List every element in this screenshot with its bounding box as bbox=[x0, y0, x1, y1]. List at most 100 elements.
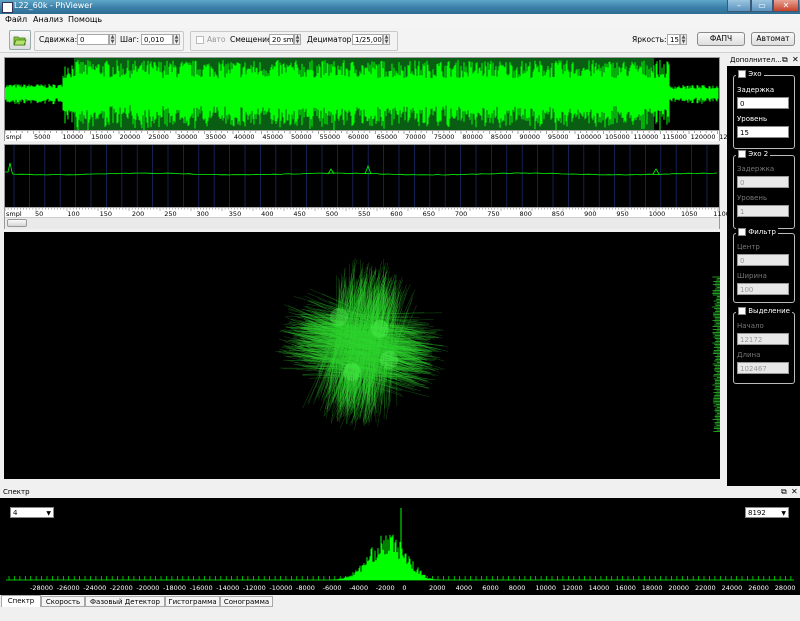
spectrum-tick-label: -2000 bbox=[375, 584, 395, 592]
brightness-label: Яркость: bbox=[632, 35, 667, 44]
spectrum-tick-label: 4000 bbox=[455, 584, 473, 592]
echo-level-input[interactable]: 15 bbox=[737, 126, 789, 138]
echo2-checkbox[interactable] bbox=[738, 150, 746, 158]
filter-center-input[interactable]: 0 bbox=[737, 254, 789, 266]
menu-file[interactable]: Файл bbox=[5, 15, 27, 24]
waveform-tick-label: 20000 bbox=[119, 133, 141, 141]
echo-level-label: Уровень bbox=[737, 115, 768, 123]
echo-label: Эхо bbox=[748, 70, 762, 78]
brightness-input[interactable]: 15 bbox=[667, 34, 680, 45]
phase-plot[interactable] bbox=[4, 232, 720, 479]
zoom-scrollbar[interactable] bbox=[5, 217, 719, 229]
spectrum-header: Спектр ⧉ ✕ bbox=[0, 487, 800, 498]
echo2-level-input[interactable]: 1 bbox=[737, 205, 789, 217]
echo2-delay-input[interactable]: 0 bbox=[737, 176, 789, 188]
spectrum-tick-label: -12000 bbox=[242, 584, 266, 592]
chevron-down-icon: ▼ bbox=[781, 510, 786, 517]
side-panel-title: Дополнител... bbox=[730, 56, 782, 64]
spectrum-plot[interactable] bbox=[0, 498, 800, 595]
spectrum-tick-label: -24000 bbox=[83, 584, 107, 592]
tab-phase-detector[interactable]: Фазовый Детектор bbox=[85, 596, 165, 607]
waveform-tick-label: 25000 bbox=[148, 133, 169, 141]
echo-checkbox[interactable]: ✓ bbox=[738, 70, 746, 78]
selection-start-input[interactable]: 12172 bbox=[737, 333, 789, 345]
offset-input[interactable]: 20 smpl bbox=[269, 34, 294, 45]
waveform-tick-label: 40000 bbox=[233, 133, 255, 141]
spectrum-tick-label: 6000 bbox=[482, 584, 499, 592]
shift-label: Сдвижка: bbox=[39, 35, 78, 44]
decimator-spinner[interactable]: ▲ ▼ bbox=[383, 34, 390, 45]
phase-cluster-2 bbox=[371, 320, 389, 338]
step-spinner[interactable]: ▲ ▼ bbox=[173, 34, 180, 45]
spectrum-tick-label: 2000 bbox=[429, 584, 446, 592]
phase-cluster-4 bbox=[380, 351, 398, 369]
zoom-plot[interactable] bbox=[5, 145, 719, 207]
selection-label: Выделение bbox=[748, 307, 790, 315]
waveform-tick-label: 15000 bbox=[91, 133, 112, 141]
fapch-button[interactable]: ФАПЧ bbox=[697, 32, 745, 46]
brightness-spinner[interactable]: ▲ ▼ bbox=[680, 34, 687, 45]
spectrum-tick-label: -14000 bbox=[216, 584, 240, 592]
filter-checkbox[interactable] bbox=[738, 228, 746, 236]
float-icon[interactable]: ⧉ bbox=[782, 55, 788, 65]
close-button[interactable]: ✕ bbox=[773, 0, 799, 12]
waveform-tick-label: 85000 bbox=[490, 133, 512, 141]
tab-speed[interactable]: Скорость bbox=[41, 596, 85, 607]
phase-histogram-bar bbox=[712, 276, 720, 432]
selection-length-input[interactable]: 102467 bbox=[737, 362, 789, 374]
offset-label: Смещение: bbox=[230, 35, 275, 44]
shift-spinner[interactable]: ▲ ▼ bbox=[109, 34, 116, 45]
fft-size-value: 8192 bbox=[748, 509, 766, 517]
shift-input[interactable]: 0 bbox=[77, 34, 109, 45]
waveform-unit: smpl bbox=[6, 133, 22, 141]
side-panel: ✓ Эхо Задержка 0 Уровень 15 Эхо 2 Задерж… bbox=[727, 66, 800, 486]
window-title: L22_60k - PhViewer bbox=[14, 1, 93, 10]
waveform-plot[interactable] bbox=[5, 58, 719, 130]
averaging-select[interactable]: 4 ▼ bbox=[10, 507, 54, 518]
waveform-tick-label: 50000 bbox=[290, 133, 312, 141]
maximize-button[interactable]: ▭ bbox=[751, 0, 773, 12]
open-folder-icon bbox=[13, 36, 27, 46]
auto-label: Авто bbox=[207, 35, 226, 44]
spectrum-tick-label: 0 bbox=[402, 584, 407, 592]
step-input[interactable]: 0,010 bbox=[141, 34, 173, 45]
selection-start-label: Начало bbox=[737, 322, 764, 330]
fft-size-select[interactable]: 8192 ▼ bbox=[745, 507, 789, 518]
spectrum-tick-label: 16000 bbox=[615, 584, 636, 592]
waveform-tick-label: 10000 bbox=[62, 133, 84, 141]
automat-button[interactable]: Автомат bbox=[751, 32, 795, 46]
tab-sonogram[interactable]: Сонограмма bbox=[220, 596, 273, 607]
close-icon[interactable]: ✕ bbox=[792, 55, 799, 64]
waveform-tick-label: 75000 bbox=[433, 133, 455, 141]
auto-checkbox[interactable] bbox=[196, 36, 204, 44]
filter-label: Фильтр bbox=[748, 228, 776, 236]
spectrum-float-icon[interactable]: ⧉ bbox=[781, 487, 787, 497]
minimize-button[interactable]: – bbox=[727, 0, 751, 12]
spectrum-tick-label: 8000 bbox=[508, 584, 526, 592]
waveform-tick-label: 120000 bbox=[690, 133, 716, 141]
offset-spinner[interactable]: ▲ ▼ bbox=[294, 34, 301, 45]
tab-spectrum[interactable]: Спектр bbox=[1, 595, 41, 607]
averaging-value: 4 bbox=[13, 509, 18, 517]
phase-cluster-3 bbox=[343, 363, 361, 381]
spectrum-close-icon[interactable]: ✕ bbox=[791, 487, 798, 496]
waveform-tick-label: 100000 bbox=[576, 133, 602, 141]
decimator-input[interactable]: 1/25,00 bbox=[352, 34, 383, 45]
zoom-scrollbar-thumb[interactable] bbox=[7, 219, 27, 227]
selection-checkbox[interactable] bbox=[738, 307, 746, 315]
spectrum-tick-label: -20000 bbox=[136, 584, 160, 592]
echo-delay-input[interactable]: 0 bbox=[737, 97, 789, 109]
phase-cluster-1 bbox=[330, 308, 348, 326]
filter-width-label: Ширина bbox=[737, 272, 767, 280]
menu-help[interactable]: Помощь bbox=[68, 15, 102, 24]
waveform-tick-label: 105000 bbox=[605, 133, 630, 141]
tab-histogram[interactable]: Гистограмма bbox=[165, 596, 220, 607]
phase-cloud bbox=[275, 258, 448, 431]
menu-analysis[interactable]: Анализ bbox=[33, 15, 63, 24]
open-file-button[interactable] bbox=[9, 30, 31, 50]
echo2-level-label: Уровень bbox=[737, 194, 768, 202]
chevron-down-icon: ▼ bbox=[46, 510, 51, 517]
spectrum-tick-label: -8000 bbox=[296, 584, 315, 592]
filter-width-input[interactable]: 100 bbox=[737, 283, 789, 295]
spectrum-tick-label: 10000 bbox=[535, 584, 557, 592]
